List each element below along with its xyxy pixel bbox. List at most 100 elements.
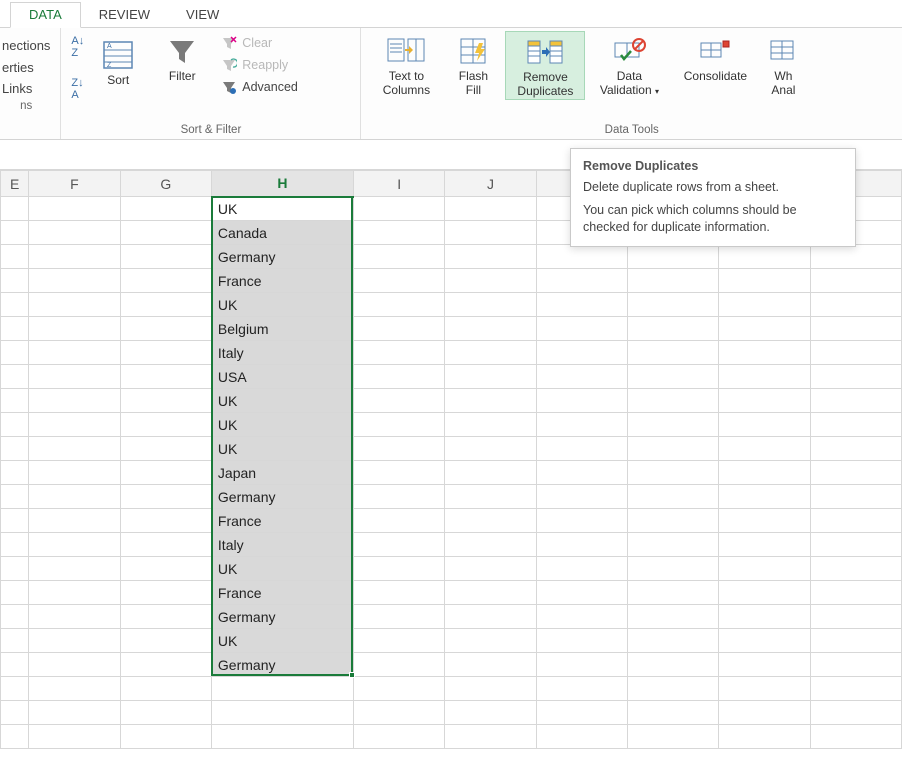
cell[interactable] (1, 221, 29, 245)
advanced-filter-button[interactable]: Advanced (218, 77, 301, 97)
cell[interactable] (627, 269, 718, 293)
cell[interactable]: UK (211, 293, 353, 317)
cell[interactable] (445, 485, 536, 509)
cell[interactable] (1, 365, 29, 389)
cell[interactable] (445, 341, 536, 365)
column-header-F[interactable]: F (29, 171, 120, 197)
cell[interactable] (120, 701, 211, 725)
sort-desc-button[interactable]: Z↓A (71, 77, 84, 101)
data-validation-button[interactable]: Data Validation ▾ (589, 31, 669, 98)
cell[interactable] (29, 605, 120, 629)
cell[interactable] (627, 533, 718, 557)
cell[interactable] (719, 317, 810, 341)
cell[interactable]: Germany (211, 245, 353, 269)
cell[interactable] (1, 437, 29, 461)
cell[interactable] (719, 245, 810, 269)
cell[interactable] (810, 533, 901, 557)
tab-view[interactable]: VIEW (168, 3, 237, 27)
cell[interactable] (1, 269, 29, 293)
cell[interactable] (536, 437, 627, 461)
cell[interactable] (810, 293, 901, 317)
cell[interactable] (719, 509, 810, 533)
cell[interactable] (1, 557, 29, 581)
cell[interactable] (1, 701, 29, 725)
cell[interactable]: UK (211, 437, 353, 461)
cell[interactable] (445, 317, 536, 341)
flash-fill-button[interactable]: Flash Fill (445, 31, 501, 98)
cell[interactable]: Germany (211, 653, 353, 677)
cell[interactable] (354, 629, 445, 653)
cell[interactable] (29, 701, 120, 725)
cell[interactable] (354, 317, 445, 341)
cell[interactable] (627, 293, 718, 317)
cell[interactable] (445, 701, 536, 725)
cell[interactable] (810, 245, 901, 269)
cell[interactable] (1, 485, 29, 509)
cell[interactable] (536, 389, 627, 413)
cell[interactable] (719, 677, 810, 701)
cell[interactable] (120, 629, 211, 653)
cell[interactable] (445, 725, 536, 749)
cell[interactable]: UK (211, 413, 353, 437)
cell[interactable] (29, 581, 120, 605)
cell[interactable] (627, 317, 718, 341)
clear-filter-button[interactable]: Clear (218, 33, 301, 53)
cell[interactable] (627, 677, 718, 701)
sort-button[interactable]: AZ Sort (90, 35, 146, 88)
cell[interactable] (29, 269, 120, 293)
cell[interactable] (445, 533, 536, 557)
cell[interactable] (445, 269, 536, 293)
cell[interactable] (120, 461, 211, 485)
cell[interactable]: Belgium (211, 317, 353, 341)
what-if-button[interactable]: Wh Anal (761, 31, 805, 98)
cell[interactable] (627, 557, 718, 581)
consolidate-button[interactable]: Consolidate (673, 31, 757, 84)
cell[interactable] (445, 677, 536, 701)
cell[interactable] (29, 365, 120, 389)
cell[interactable] (719, 437, 810, 461)
cell[interactable] (354, 509, 445, 533)
cell[interactable] (120, 221, 211, 245)
cell[interactable] (1, 653, 29, 677)
cell[interactable] (445, 221, 536, 245)
cell[interactable] (536, 581, 627, 605)
cell[interactable] (354, 269, 445, 293)
cell[interactable] (445, 629, 536, 653)
cell[interactable] (29, 221, 120, 245)
cell[interactable] (810, 605, 901, 629)
cell[interactable]: UK (211, 389, 353, 413)
cell[interactable] (536, 341, 627, 365)
cell[interactable] (120, 677, 211, 701)
cell[interactable] (627, 365, 718, 389)
cell[interactable] (627, 461, 718, 485)
cell[interactable] (445, 293, 536, 317)
cell[interactable] (719, 653, 810, 677)
cell[interactable] (445, 365, 536, 389)
cell[interactable]: Germany (211, 485, 353, 509)
cell[interactable] (719, 725, 810, 749)
filter-button[interactable]: Filter (154, 31, 210, 84)
cell[interactable] (536, 293, 627, 317)
cell[interactable] (29, 653, 120, 677)
cell[interactable] (354, 197, 445, 221)
cell[interactable] (719, 461, 810, 485)
cell[interactable] (120, 341, 211, 365)
cell[interactable] (1, 533, 29, 557)
connections-link[interactable]: nections (2, 35, 50, 57)
cell[interactable] (445, 653, 536, 677)
cell[interactable] (719, 269, 810, 293)
cell[interactable] (536, 509, 627, 533)
remove-duplicates-button[interactable]: Remove Duplicates (505, 31, 585, 100)
cell[interactable] (211, 725, 353, 749)
cell[interactable] (120, 365, 211, 389)
cell[interactable] (445, 557, 536, 581)
cell[interactable] (1, 389, 29, 413)
cell[interactable] (354, 557, 445, 581)
cell[interactable] (354, 725, 445, 749)
cell[interactable] (120, 293, 211, 317)
cell[interactable] (810, 269, 901, 293)
cell[interactable] (719, 293, 810, 317)
cell[interactable] (29, 509, 120, 533)
cell[interactable] (445, 581, 536, 605)
cell[interactable] (810, 413, 901, 437)
